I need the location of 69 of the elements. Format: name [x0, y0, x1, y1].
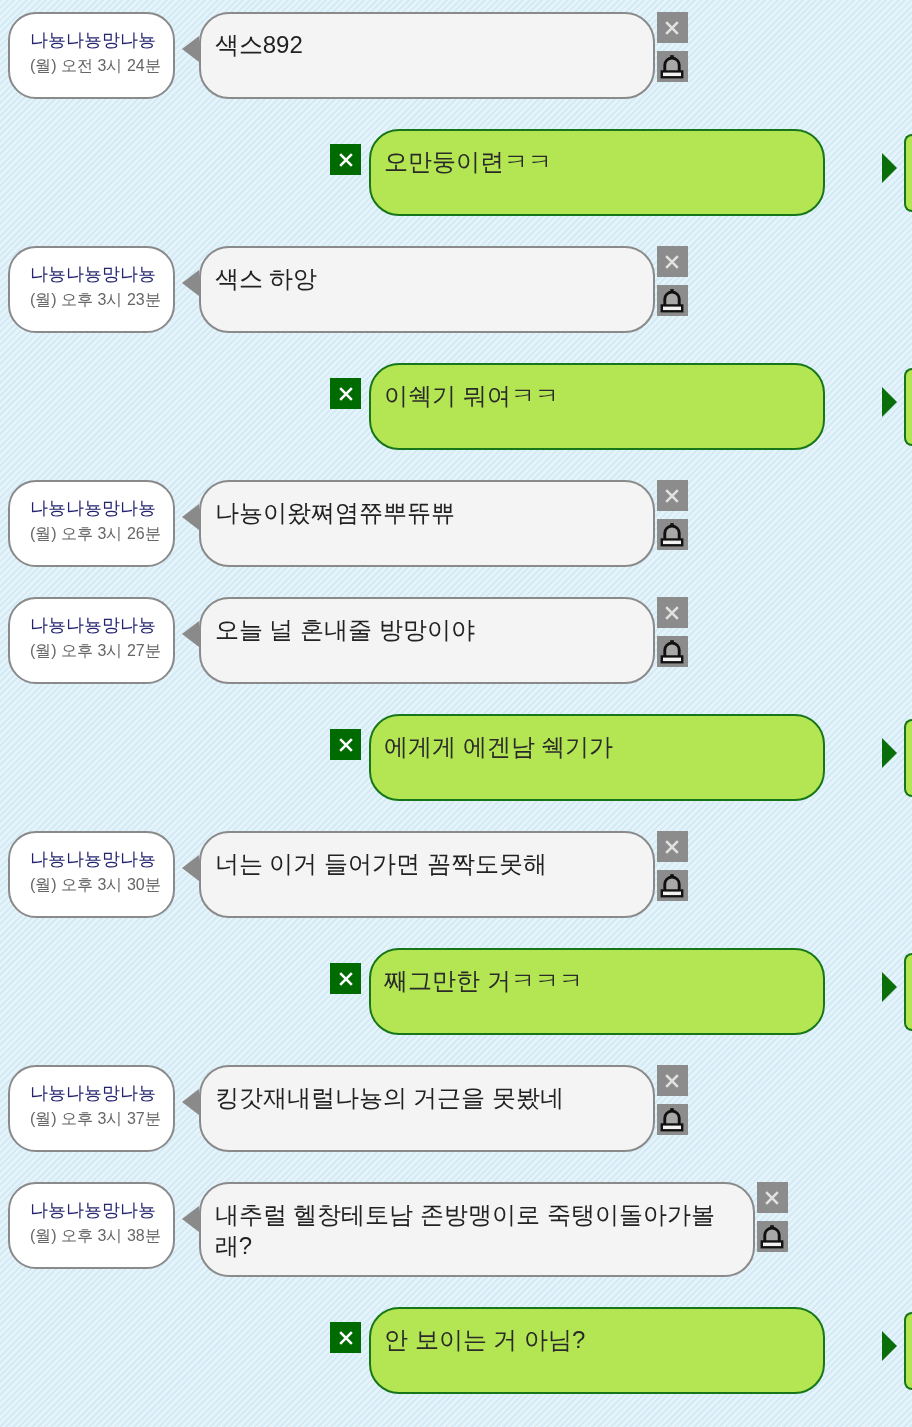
close-icon [338, 152, 353, 167]
delete-button[interactable] [330, 144, 361, 175]
message-time: (월) 오후 3시 26분 [30, 524, 161, 544]
message-time: (월) 오후 3시 38분 [30, 1226, 161, 1246]
sender-name: 나뇽나뇽망나뇽 [30, 1082, 156, 1104]
bell-icon [660, 873, 685, 898]
message-time: (월) 오후 3시 27분 [30, 641, 161, 661]
message-time: (월) 오전 3시 24분 [30, 56, 161, 76]
bell-button[interactable] [656, 51, 688, 82]
message-time: (월) 오후 3시 30분 [30, 875, 161, 895]
message-bubble: 째그만한 거ㅋㅋㅋ [369, 948, 825, 1035]
message-time: (월) 오후 3시 37분 [30, 1109, 161, 1129]
message-time: (월) 오후 3시 23분 [30, 290, 161, 310]
bubble-tail-icon [181, 621, 199, 647]
message-bubble: 오늘 널 혼내줄 방망이야 [198, 597, 655, 684]
sender-name: 나뇽나뇽망나뇽 [30, 848, 156, 870]
message-bubble: 너는 이거 들어가면 꼼짝도못해 [198, 831, 655, 918]
close-icon [338, 737, 353, 752]
delete-button[interactable] [330, 1322, 361, 1353]
bell-button[interactable] [656, 285, 688, 316]
bubble-tail-icon [181, 270, 199, 296]
bubble-tail-icon [181, 504, 199, 530]
triangle-icon [882, 387, 897, 417]
message-bubble: 킹갓재내럴나뇽의 거근을 못봤네 [198, 1065, 655, 1152]
triangle-icon [882, 1331, 897, 1361]
bell-icon [660, 522, 685, 547]
message-bubble: 안 보이는 거 아님? [369, 1307, 825, 1394]
bell-button[interactable] [656, 519, 688, 550]
bubble-tail-icon [181, 36, 199, 62]
bell-icon [660, 288, 685, 313]
bell-icon [660, 54, 685, 79]
message-bubble: 나뇽이왔쪄염쮸뿌뜌쀼 [198, 480, 655, 567]
bubble-tail-icon [181, 1089, 199, 1115]
delete-button[interactable] [330, 729, 361, 760]
triangle-icon [882, 972, 897, 1002]
bell-button[interactable] [756, 1221, 788, 1252]
close-icon [665, 605, 680, 620]
sender-name: 나뇽나뇽망나뇽 [30, 1199, 156, 1221]
close-icon [765, 1190, 780, 1205]
bell-button[interactable] [656, 870, 688, 901]
close-icon [665, 488, 680, 503]
close-icon [665, 1073, 680, 1088]
bell-icon [660, 1107, 685, 1132]
sender-name: 나뇽나뇽망나뇽 [30, 263, 156, 285]
bell-button[interactable] [656, 636, 688, 667]
delete-button[interactable] [330, 378, 361, 409]
sender-name: 나뇽나뇽망나뇽 [30, 614, 156, 636]
message-bubble: 색스892 [198, 12, 655, 99]
close-icon [665, 20, 680, 35]
bell-icon [660, 639, 685, 664]
bell-icon [760, 1224, 785, 1249]
triangle-icon [882, 153, 897, 183]
message-bubble: 에게게 에겐남 쉑기가 [369, 714, 825, 801]
message-bubble: 이쉑기 뭐여ㅋㅋ [369, 363, 825, 450]
sender-name: 나뇽나뇽망나뇽 [30, 497, 156, 519]
bell-button[interactable] [656, 1104, 688, 1135]
close-icon [665, 839, 680, 854]
message-bubble: 오만둥이련ㅋㅋ [369, 129, 825, 216]
close-icon [665, 254, 680, 269]
close-icon [338, 971, 353, 986]
sender-name: 나뇽나뇽망나뇽 [30, 29, 156, 51]
delete-button[interactable] [330, 963, 361, 994]
bubble-tail-icon [181, 1206, 199, 1232]
close-icon [338, 1330, 353, 1345]
close-icon [338, 386, 353, 401]
bubble-tail-icon [181, 855, 199, 881]
message-bubble: 색스 하앙 [198, 246, 655, 333]
message-bubble: 내추럴 헬창테토남 존방맹이로 죽탱이돌아가볼래? [198, 1182, 755, 1277]
triangle-icon [882, 738, 897, 768]
